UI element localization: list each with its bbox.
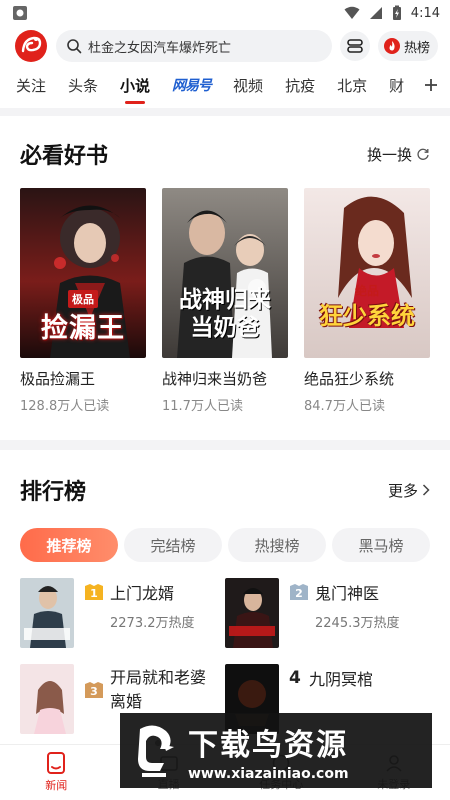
book-title: 战神归来当奶爸 — [162, 370, 268, 388]
ranking-more-label: 更多 — [387, 481, 418, 500]
svg-text:2: 2 — [295, 587, 303, 600]
cover-title-text: 捡漏王 — [41, 313, 125, 344]
must-read-title: 必看好书 — [20, 144, 109, 169]
site-watermark: 下载鸟资源 www.xiazainiao.com — [120, 713, 432, 788]
nav-news[interactable]: 新闻 — [0, 745, 113, 800]
book-cover: 战神归来 当奶爸 — [162, 188, 288, 358]
add-channel-button[interactable] — [410, 66, 450, 104]
rank-2-badge-icon: 2 — [290, 584, 308, 600]
refresh-label: 换一换 — [366, 145, 412, 164]
hot-list-button[interactable]: 热榜 — [377, 31, 438, 61]
tab-completed[interactable]: 完结榜 — [124, 528, 222, 562]
must-read-header: 必看好书 换一换 — [20, 138, 430, 170]
status-bar: 4:14 — [0, 0, 450, 26]
ranking-title: 上门龙婿 — [110, 584, 175, 603]
tab-finance[interactable]: 财 — [389, 75, 404, 96]
battery-charging-icon — [392, 5, 401, 20]
cover-small-text: 当奶爸 — [190, 315, 260, 341]
ranking-item[interactable]: 1 上门龙婿 2273.2万热度 — [20, 578, 225, 648]
ranking-cover — [20, 664, 74, 734]
book-readers: 84.7万人已读 — [304, 399, 385, 414]
stacked-menu-icon — [347, 39, 363, 53]
tab-recommend[interactable]: 推荐榜 — [20, 528, 118, 562]
hot-list-label: 热榜 — [403, 40, 430, 56]
news-icon — [47, 752, 66, 774]
ranking-title: 九阴冥棺 — [309, 670, 374, 689]
tab-video[interactable]: 视频 — [233, 75, 263, 96]
plus-icon — [425, 79, 437, 91]
book-readers: 128.8万人已读 — [20, 399, 110, 414]
wifi-icon — [344, 6, 360, 19]
ranking-tabs: 推荐榜 完结榜 热搜榜 黑马榜 — [20, 528, 430, 562]
tab-netease-account[interactable]: 网易号 — [172, 75, 212, 95]
search-icon — [67, 39, 82, 54]
signal-icon — [369, 7, 382, 19]
ranking-title: 排行榜 — [20, 480, 87, 505]
rank-3-badge-icon: 3 — [85, 682, 103, 698]
ranking-header: 排行榜 更多 — [20, 474, 430, 506]
channel-menu-button[interactable] — [339, 31, 370, 61]
rank-number: 4 — [289, 668, 301, 688]
section-divider — [0, 108, 450, 116]
search-bar[interactable]: 杜金之女因汽车爆炸死亡 — [56, 30, 332, 62]
svg-text:3: 3 — [90, 685, 98, 698]
netease-news-logo-icon[interactable] — [14, 29, 48, 63]
book-title: 绝品狂少系统 — [304, 370, 395, 388]
must-read-section: 必看好书 换一换 极品 捡漏王 极品捡漏王 128.8万人已读 战神归来 当奶爸… — [0, 116, 450, 414]
book-card[interactable]: 绝品 狂少系统 绝品狂少系统 84.7万人已读 — [304, 188, 430, 414]
nav-news-label: 新闻 — [45, 779, 68, 792]
ranking-heat: 2245.3万热度 — [315, 616, 400, 631]
ranking-title: 鬼门神医 — [315, 584, 380, 603]
ranking-title: 开局就和老婆离婚 — [110, 668, 207, 711]
app-notification-icon — [13, 6, 27, 20]
refresh-icon — [417, 148, 429, 160]
refresh-button[interactable]: 换一换 — [367, 144, 430, 165]
section-divider — [0, 440, 450, 450]
watermark-title: 下载鸟资源 — [188, 727, 348, 763]
clock: 4:14 — [410, 5, 440, 21]
watermark-url: www.xiazainiao.com — [188, 765, 349, 782]
rank-1-badge-icon: 1 — [85, 584, 103, 600]
cover-title-text: 狂少系统 — [319, 302, 415, 330]
book-readers: 11.7万人已读 — [162, 399, 243, 414]
book-title: 极品捡漏王 — [20, 370, 96, 388]
book-card[interactable]: 极品 捡漏王 极品捡漏王 128.8万人已读 — [20, 188, 146, 414]
status-indicators: 4:14 — [344, 5, 440, 21]
app-header: 杜金之女因汽车爆炸死亡 热榜 — [0, 26, 450, 66]
tab-headlines[interactable]: 头条 — [68, 75, 98, 96]
tab-epidemic[interactable]: 抗疫 — [285, 75, 315, 96]
svg-text:1: 1 — [90, 587, 98, 600]
ranking-item[interactable]: 2 鬼门神医 2245.3万热度 — [225, 578, 430, 648]
tab-follow[interactable]: 关注 — [16, 75, 46, 96]
search-hint-text: 杜金之女因汽车爆炸死亡 — [88, 40, 232, 56]
book-list: 极品 捡漏王 极品捡漏王 128.8万人已读 战神归来 当奶爸 战神归来当奶爸 … — [20, 188, 430, 414]
chevron-right-icon — [422, 484, 430, 496]
book-cover: 绝品 狂少系统 — [304, 188, 430, 358]
status-notifications — [12, 5, 28, 21]
bird-logo-icon — [138, 724, 174, 777]
ranking-heat: 2273.2万热度 — [110, 616, 195, 631]
book-cover: 极品 捡漏王 — [20, 188, 146, 358]
tab-beijing[interactable]: 北京 — [337, 75, 367, 96]
flame-icon — [383, 38, 400, 54]
book-card[interactable]: 战神归来 当奶爸 战神归来当奶爸 11.7万人已读 — [162, 188, 288, 414]
channel-tabs: 关注 头条 小说 网易号 视频 抗疫 北京 财 — [0, 66, 450, 104]
ranking-cover — [20, 578, 74, 648]
ranking-cover — [225, 578, 279, 648]
ranking-list: 1 上门龙婿 2273.2万热度 2 鬼门神医 2245.3万热度 3 开局就和… — [20, 578, 430, 734]
tab-novel[interactable]: 小说 — [120, 75, 150, 96]
tab-dark-horse[interactable]: 黑马榜 — [332, 528, 430, 562]
ranking-section: 排行榜 更多 推荐榜 完结榜 热搜榜 黑马榜 1 上门龙婿 2273.2万热度 — [0, 450, 450, 734]
ranking-more-button[interactable]: 更多 — [388, 480, 430, 501]
tab-hot-search[interactable]: 热搜榜 — [228, 528, 326, 562]
